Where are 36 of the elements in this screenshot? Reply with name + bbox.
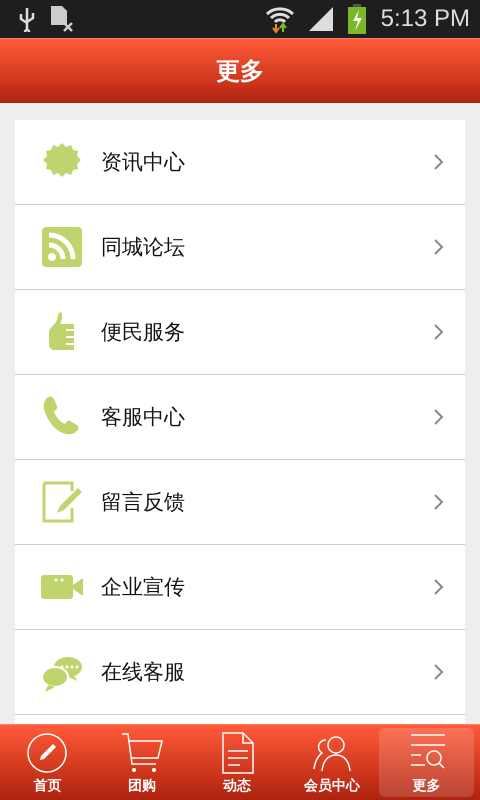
chevron-right-icon [433, 663, 445, 681]
menu-item[interactable]: 同城论坛 [15, 205, 465, 290]
sim-card-icon [50, 5, 74, 33]
clock-time: 5:13 PM [380, 5, 470, 33]
chevron-right-icon [433, 408, 445, 426]
edit-note-icon [40, 480, 84, 524]
tab-bar-item[interactable]: 团购 [94, 728, 190, 797]
menu-item-label: 企业宣传 [101, 574, 186, 601]
menu-item[interactable]: 留言反馈 [15, 460, 465, 545]
tab-bar-item[interactable]: 更多 [379, 728, 474, 797]
chevron-right-icon [433, 493, 445, 511]
menu-item-label: 便民服务 [101, 319, 186, 346]
tab-bar-item[interactable]: 动态 [190, 728, 284, 797]
tab-bar-item[interactable]: 会员中心 [284, 728, 380, 797]
signal-icon [308, 7, 333, 31]
chevron-right-icon [433, 238, 445, 256]
chevron-right-icon [433, 153, 445, 171]
menu-item-label: 客服中心 [101, 404, 186, 431]
menu-item-label: 在线客服 [101, 659, 186, 686]
menu-item[interactable]: 客服中心 [15, 375, 465, 460]
chevron-right-icon [433, 578, 445, 596]
menu-item-label: 留言反馈 [101, 489, 186, 516]
tab-bar-item[interactable]: 首页 [0, 728, 95, 797]
rss-icon [40, 225, 84, 269]
menu-item-label: 同城论坛 [101, 234, 186, 261]
menu-item-label: 资讯中心 [101, 149, 186, 176]
shopping-cart-icon [120, 730, 164, 774]
battery-icon [346, 4, 367, 34]
menu-item[interactable]: 在线客服 [15, 630, 465, 715]
page-title: 更多 [216, 56, 264, 87]
menu-item[interactable]: 资讯中心 [15, 120, 465, 205]
chevron-right-icon [433, 323, 445, 341]
menu-item[interactable]: 企业宣传 [15, 545, 465, 630]
menu-item[interactable]: 便民服务 [15, 290, 465, 375]
usb-icon [18, 6, 36, 32]
pencil-circle-icon [25, 730, 70, 774]
